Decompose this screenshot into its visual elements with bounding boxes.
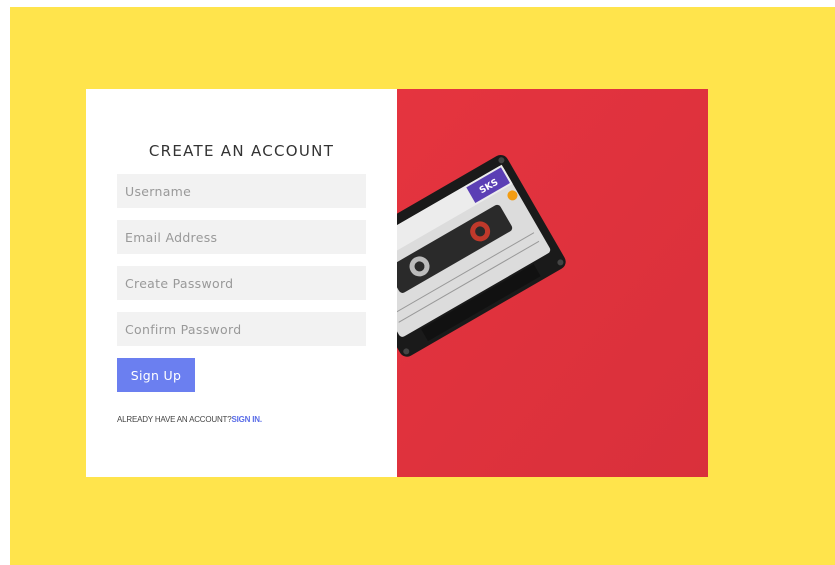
create-password-input[interactable] — [117, 266, 366, 300]
signin-prompt-text: ALREADY HAVE AN ACCOUNT? — [117, 415, 232, 424]
sign-up-button[interactable]: Sign Up — [117, 358, 195, 392]
signup-card: CREATE AN ACCOUNT Sign Up ALREADY HAVE A… — [86, 89, 708, 477]
username-input[interactable] — [117, 174, 366, 208]
form-title: CREATE AN ACCOUNT — [148, 142, 335, 160]
sign-in-link[interactable]: SIGN IN. — [232, 415, 263, 424]
email-input[interactable] — [117, 220, 366, 254]
cassette-tape-icon: SKS — [397, 89, 708, 477]
form-pane: CREATE AN ACCOUNT Sign Up ALREADY HAVE A… — [86, 89, 397, 477]
cassette-photo: SKS — [397, 89, 708, 477]
signin-prompt: ALREADY HAVE AN ACCOUNT?SIGN IN. — [117, 415, 262, 424]
confirm-password-input[interactable] — [117, 312, 366, 346]
